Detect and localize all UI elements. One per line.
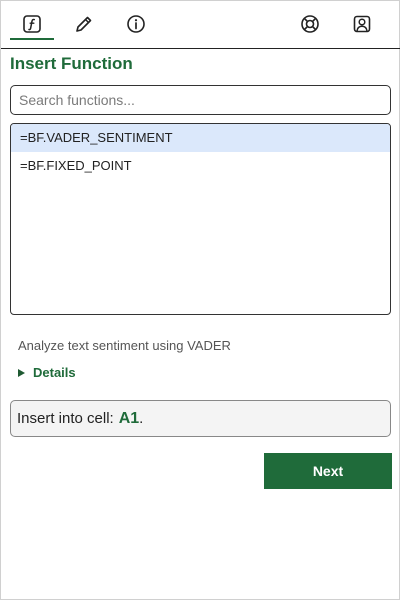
function-description: Analyze text sentiment using VADER (18, 338, 231, 353)
function-list-item-vader-sentiment[interactable]: =BF.VADER_SENTIMENT (11, 124, 390, 152)
account-button[interactable] (347, 9, 377, 39)
details-toggle[interactable]: Details (18, 365, 76, 380)
function-list[interactable]: =BF.VADER_SENTIMENT =BF.FIXED_POINT (10, 123, 391, 315)
insert-cell-suffix: . (139, 410, 144, 427)
function-list-item-fixed-point[interactable]: =BF.FIXED_POINT (11, 152, 390, 180)
info-tab-button[interactable] (121, 9, 151, 39)
function-icon (23, 15, 41, 33)
search-input[interactable] (10, 85, 391, 115)
insert-cell-prefix: Insert into cell: (17, 410, 114, 427)
task-pane: Insert Function =BF.VADER_SENTIMENT =BF.… (0, 0, 400, 600)
details-label: Details (33, 365, 76, 380)
help-button[interactable] (295, 9, 325, 39)
lifebuoy-icon (301, 15, 319, 33)
info-icon (127, 15, 145, 33)
insert-cell-reference: A1 (118, 409, 140, 427)
page-title: Insert Function (10, 54, 133, 73)
function-tab-button[interactable] (17, 9, 47, 39)
pencil-icon (76, 16, 92, 32)
next-button[interactable]: Next (264, 453, 392, 489)
user-portrait-icon (353, 15, 371, 33)
insert-cell-box: Insert into cell: A1. (10, 400, 391, 437)
disclosure-triangle-icon (18, 368, 25, 377)
active-tab-indicator (10, 38, 54, 40)
edit-tab-button[interactable] (69, 9, 99, 39)
toolbar (1, 1, 400, 49)
